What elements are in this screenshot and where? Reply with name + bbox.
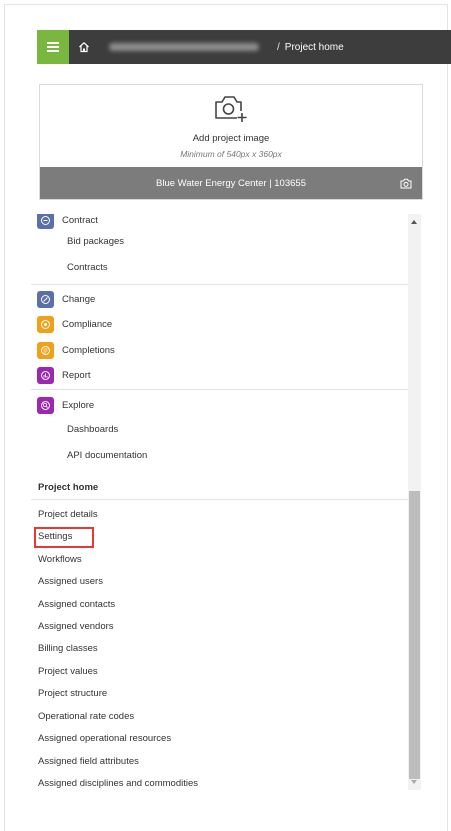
min-size-hint: Minimum of 540px x 360px [180,149,282,159]
divider [31,284,408,285]
top-bar: / Project home [37,30,451,64]
module-label: Compliance [62,318,113,330]
scroll-up-arrow-icon[interactable] [411,220,417,224]
camera-icon[interactable] [400,178,412,189]
nav-item-project-values[interactable]: Project values [38,666,98,677]
module-label: Completions [62,344,115,356]
module-completions[interactable]: Completions [37,340,115,360]
home-button[interactable] [69,30,99,64]
project-image-card[interactable]: Add project image Minimum of 540px x 360… [39,84,423,200]
navigation-panel: Contract Bid packages Contracts Change C… [31,214,423,790]
module-label: Explore [62,399,95,411]
home-icon [79,41,89,53]
nav-item-assigned-contacts[interactable]: Assigned contacts [38,599,115,610]
nav-item-project-details[interactable]: Project details [38,509,98,520]
nav-item-assigned-operational-resources[interactable]: Assigned operational resources [38,733,171,744]
project-home-section-title: Project home [38,482,99,493]
nav-item-project-structure[interactable]: Project structure [38,688,107,699]
nav-item-bid-packages[interactable]: Bid packages [67,236,124,247]
module-label: Report [62,369,91,381]
scroll-down-arrow-icon[interactable] [411,780,417,784]
nav-item-assigned-users[interactable]: Assigned users [38,576,103,587]
module-explore[interactable]: Explore [37,395,94,415]
project-name-bar: Blue Water Energy Center | 103655 [40,167,422,199]
nav-item-contracts[interactable]: Contracts [67,262,108,273]
change-icon [37,290,54,308]
scrollbar-thumb[interactable] [409,491,420,779]
settings-highlight-box [34,527,94,548]
module-report[interactable]: Report [37,365,91,385]
breadcrumb-separator: / [277,41,280,53]
nav-item-assigned-vendors[interactable]: Assigned vendors [38,621,114,632]
add-project-image-label: Add project image [192,133,270,144]
report-icon [37,366,54,384]
nav-item-operational-rate-codes[interactable]: Operational rate codes [38,711,134,722]
nav-item-api-documentation[interactable]: API documentation [67,450,147,461]
module-label: Change [62,293,96,305]
explore-icon [37,396,54,414]
breadcrumb-current: Project home [284,41,344,53]
module-compliance[interactable]: Compliance [37,314,112,334]
nav-item-assigned-disciplines-and-commodities[interactable]: Assigned disciplines and commodities [38,778,198,789]
completions-icon [37,341,54,359]
nav-item-assigned-field-attributes[interactable]: Assigned field attributes [38,756,139,767]
compliance-icon [37,315,54,333]
nav-item-dashboards[interactable]: Dashboards [67,424,118,435]
project-name: Blue Water Energy Center | 103655 [156,177,306,189]
hamburger-icon [47,42,59,52]
add-photo-camera-icon [215,96,247,123]
module-change[interactable]: Change [37,289,95,309]
divider [31,499,408,500]
module-contract[interactable]: Contract [37,214,98,230]
nav-item-workflows[interactable]: Workflows [38,554,82,565]
hamburger-menu-button[interactable] [37,30,69,64]
nav-item-billing-classes[interactable]: Billing classes [38,643,98,654]
nav-scrollbar[interactable] [408,214,421,790]
module-label: Contract [62,214,98,226]
breadcrumb-project-redacted[interactable] [109,43,259,51]
divider [31,389,408,390]
contract-icon [37,214,54,229]
